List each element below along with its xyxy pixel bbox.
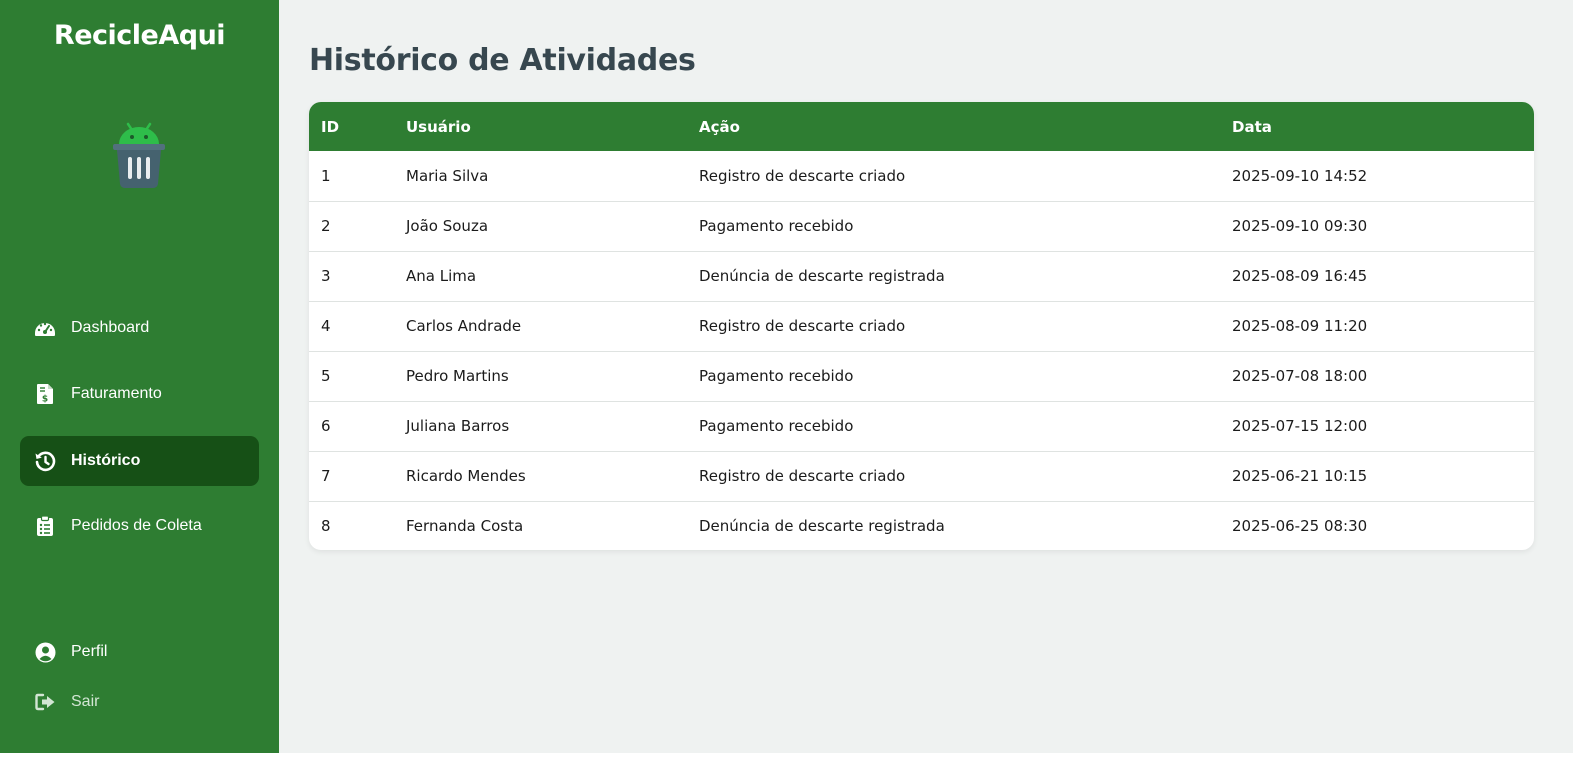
cell-acao: Pagamento recebido [699, 367, 854, 385]
main-content: Histórico de Atividades ID Usuário Ação … [279, 0, 1573, 753]
cell-usuario: Maria Silva [406, 166, 489, 185]
cell-data: 2025-06-21 10:15 [1232, 467, 1368, 485]
svg-text:$: $ [42, 395, 48, 405]
sidebar-item-label: Faturamento [71, 385, 162, 402]
recycle-bin-logo-icon [113, 122, 165, 188]
table-row: 4 Carlos Andrade Registro de descarte cr… [309, 301, 1534, 351]
cell-usuario: Fernanda Costa [406, 517, 524, 536]
table-row: 6 Juliana Barros Pagamento recebido 2025… [309, 401, 1534, 451]
sidebar: RecicleAqui Dashboard $ Faturamento Hist… [0, 0, 279, 753]
table-row: 3 Ana Lima Denúncia de descarte registra… [309, 251, 1534, 301]
clipboard-icon [34, 515, 56, 537]
column-header-data: Data [1232, 117, 1272, 136]
cell-id: 7 [321, 467, 331, 485]
sidebar-item-pedidos-de-coleta[interactable]: Pedidos de Coleta [20, 501, 259, 551]
page-title: Histórico de Atividades [309, 43, 696, 78]
cell-id: 8 [321, 517, 331, 536]
sidebar-item-label: Pedidos de Coleta [71, 517, 202, 534]
cell-acao: Pagamento recebido [699, 417, 854, 435]
table-row: 5 Pedro Martins Pagamento recebido 2025-… [309, 351, 1534, 401]
table-row: 2 João Souza Pagamento recebido 2025-09-… [309, 201, 1534, 251]
sidebar-item-label: Sair [71, 693, 100, 710]
brand-title: RecicleAqui [53, 20, 226, 51]
sidebar-item-historico[interactable]: Histórico [20, 436, 259, 486]
table-row: 1 Maria Silva Registro de descarte criad… [309, 151, 1534, 201]
history-icon [34, 450, 56, 472]
logout-icon [34, 691, 56, 713]
table-header-row: ID Usuário Ação Data [309, 102, 1534, 151]
cell-usuario: Ricardo Mendes [406, 467, 526, 485]
cell-usuario: Carlos Andrade [406, 317, 522, 335]
column-header-id: ID [321, 117, 340, 136]
sidebar-item-label: Histórico [71, 452, 141, 469]
table-row: 8 Fernanda Costa Denúncia de descarte re… [309, 501, 1534, 550]
cell-data: 2025-08-09 16:45 [1232, 267, 1368, 285]
cell-id: 5 [321, 367, 331, 385]
cell-acao: Pagamento recebido [699, 217, 854, 235]
cell-acao: Registro de descarte criado [699, 467, 906, 485]
cell-data: 2025-09-10 09:30 [1232, 217, 1368, 235]
cell-acao: Denúncia de descarte registrada [699, 517, 945, 536]
sidebar-item-dashboard[interactable]: Dashboard [20, 303, 259, 353]
cell-id: 2 [321, 217, 331, 235]
sidebar-item-label: Dashboard [71, 319, 150, 336]
table-row: 7 Ricardo Mendes Registro de descarte cr… [309, 451, 1534, 501]
sidebar-item-faturamento[interactable]: $ Faturamento [20, 369, 259, 419]
cell-acao: Registro de descarte criado [699, 166, 906, 185]
invoice-icon: $ [34, 383, 56, 405]
column-header-usuario: Usuário [406, 117, 471, 136]
cell-usuario: Ana Lima [406, 267, 477, 285]
sidebar-item-sair[interactable]: Sair [20, 677, 259, 727]
cell-id: 3 [321, 267, 331, 285]
cell-id: 1 [321, 166, 331, 185]
cell-id: 6 [321, 417, 331, 435]
cell-data: 2025-07-15 12:00 [1232, 417, 1368, 435]
cell-data: 2025-07-08 18:00 [1232, 367, 1368, 385]
cell-data: 2025-09-10 14:52 [1232, 166, 1368, 185]
cell-usuario: Juliana Barros [406, 417, 510, 435]
cell-id: 4 [321, 317, 331, 335]
user-circle-icon [34, 641, 56, 663]
cell-usuario: João Souza [406, 217, 489, 235]
cell-acao: Denúncia de descarte registrada [699, 267, 945, 285]
gauge-icon [34, 317, 56, 339]
cell-data: 2025-08-09 11:20 [1232, 317, 1368, 335]
sidebar-item-label: Perfil [71, 643, 108, 660]
cell-data: 2025-06-25 08:30 [1232, 517, 1368, 536]
cell-usuario: Pedro Martins [406, 367, 509, 385]
sidebar-item-perfil[interactable]: Perfil [20, 627, 259, 677]
activity-table: ID Usuário Ação Data 1 Maria Silva Regis… [309, 102, 1534, 550]
cell-acao: Registro de descarte criado [699, 317, 906, 335]
activity-table-card: ID Usuário Ação Data 1 Maria Silva Regis… [309, 102, 1534, 550]
column-header-acao: Ação [699, 117, 740, 136]
